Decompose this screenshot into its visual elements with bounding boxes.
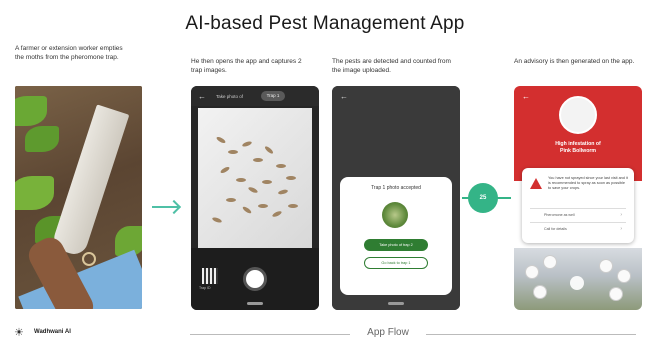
arrow-left-icon[interactable]: ← (198, 92, 206, 101)
advisory-row-1[interactable]: Pheromone as well › (530, 208, 626, 220)
trap-image-preview (198, 108, 312, 248)
take-photo-trap-2-button[interactable]: Take photo of trap 2 (364, 239, 428, 251)
step-1-caption: A farmer or extension worker empties the… (15, 45, 123, 61)
pest-image (559, 96, 597, 134)
step-4-caption: An advisory is then generated on the app… (514, 58, 635, 65)
infestation-title: High infestation of Pink Bollworm (555, 141, 601, 154)
brand-logo-icon: ☀ (14, 327, 24, 339)
screen-label: Take photo of (216, 94, 244, 99)
connector-line (497, 197, 511, 199)
arrow-left-icon[interactable]: ← (340, 92, 348, 101)
qr-label: Trap ID (199, 286, 211, 290)
advisory-screen: ← High infestation of Pink Bollworm You … (514, 86, 642, 310)
advisory-card: You have not sprayed since your last vis… (522, 168, 634, 243)
trap-chip[interactable]: Trap 1 (261, 91, 285, 101)
step-3-caption: The pests are detected and counted from … (332, 58, 451, 74)
shutter-button[interactable] (243, 267, 267, 291)
chevron-right-icon: › (620, 226, 622, 232)
flow-divider (426, 334, 636, 335)
step-2-caption: He then opens the app and captures 2 tra… (191, 58, 302, 74)
arrow-left-icon[interactable]: ← (522, 92, 530, 101)
detection-screen: ← Trap 1 photo accepted Take photo of tr… (332, 86, 460, 310)
trap-thumbnail (382, 202, 408, 228)
brand-name: Wadhwani AI (34, 329, 71, 335)
chevron-right-icon: › (620, 212, 622, 218)
nav-pill (247, 302, 263, 305)
arrow-icon (152, 206, 178, 208)
page-title: AI-based Pest Management App (185, 13, 465, 34)
advisory-row-2[interactable]: Call for details › (530, 222, 626, 234)
warning-icon (530, 178, 542, 189)
go-back-trap-1-button[interactable]: Go back to trap 1 (364, 257, 428, 269)
qr-code-icon[interactable] (202, 268, 218, 284)
farmer-trap-photo (15, 86, 142, 309)
play-icon[interactable] (570, 276, 584, 290)
capture-screen: ← Take photo of Trap 1 Trap ID (191, 86, 319, 310)
count-badge: 25 (468, 183, 498, 213)
accepted-dialog: Trap 1 photo accepted Take photo of trap… (340, 177, 452, 295)
nav-pill (388, 302, 404, 305)
flow-label: App Flow (367, 327, 409, 338)
accepted-message: Trap 1 photo accepted (371, 185, 421, 191)
advisory-text: You have not sprayed since your last vis… (548, 176, 628, 190)
flow-divider (190, 334, 350, 335)
